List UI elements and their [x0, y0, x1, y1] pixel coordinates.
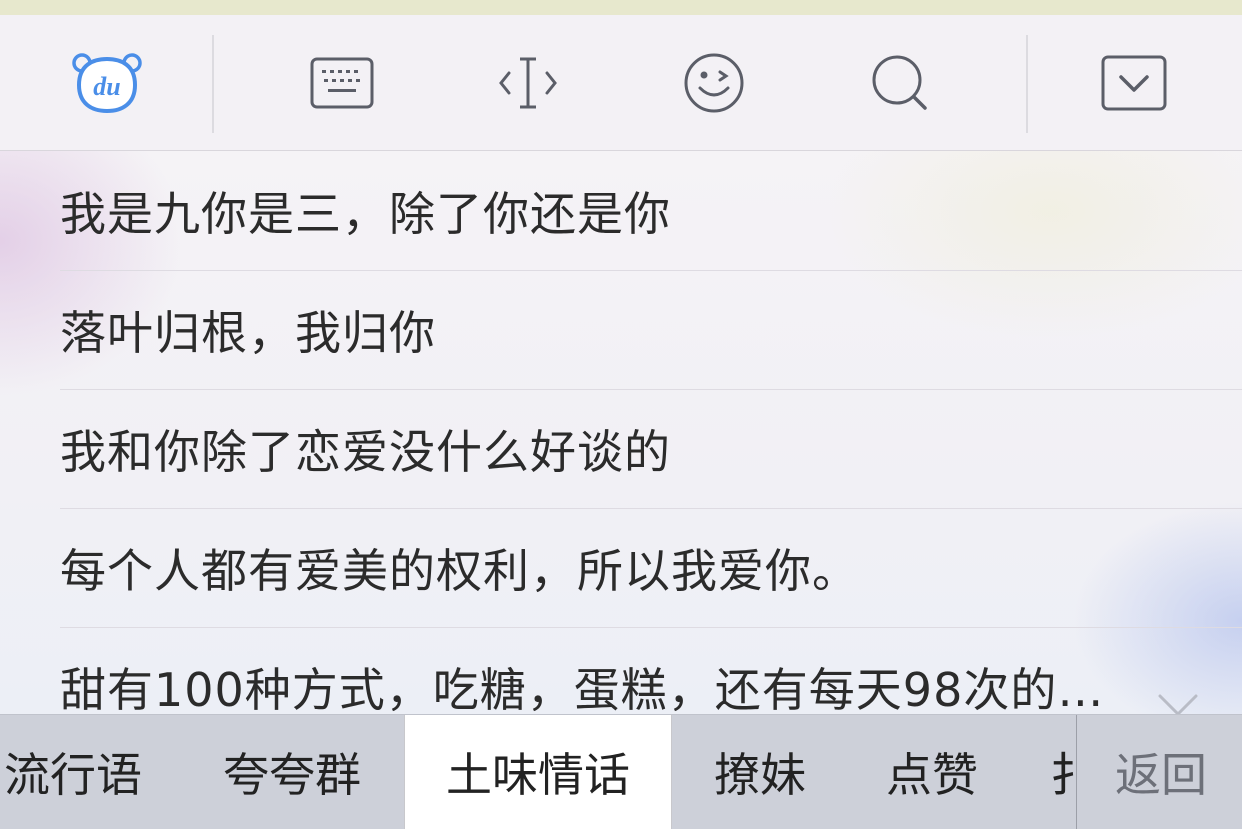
tab-flirt[interactable]: 撩妹 [700, 715, 820, 829]
category-tab-bar: 流行语 夸夸群 土味情话 撩妹 点赞 扌 返回 [0, 714, 1242, 829]
tab-praise-group[interactable]: 夸夸群 [212, 715, 372, 829]
keyboard-toolbar: du [0, 15, 1242, 151]
logo-text: du [93, 72, 120, 101]
tab-like[interactable]: 点赞 [872, 715, 992, 829]
phrase-text: 我和你除了恋爱没什么好谈的 [60, 424, 671, 479]
phrase-text: 每个人都有爱美的权利，所以我爱你。 [60, 543, 859, 598]
cursor-move-icon[interactable] [486, 15, 570, 150]
phrase-text: 我是九你是三，除了你还是你 [60, 186, 671, 241]
toolbar-divider [1026, 35, 1028, 133]
phrase-text: 落叶归根，我归你 [60, 305, 436, 360]
toolbar-divider [212, 35, 214, 133]
phrase-item[interactable]: 落叶归根，我归你 [60, 270, 1242, 390]
keyboard-icon[interactable] [300, 15, 384, 150]
phrase-list: 我是九你是三，除了你还是你 落叶归根，我归你 我和你除了恋爱没什么好谈的 每个人… [0, 151, 1242, 714]
back-button[interactable]: 返回 [1076, 715, 1242, 829]
phrase-text: 甜有100种方式，吃糖，蛋糕，还有每天98次的… [60, 662, 1105, 715]
phrase-item[interactable]: 每个人都有爱美的权利，所以我爱你。 [60, 508, 1242, 628]
search-icon[interactable] [858, 15, 942, 150]
tab-popular-phrases[interactable]: 流行语 [0, 715, 148, 829]
phrase-item[interactable]: 我和你除了恋爱没什么好谈的 [60, 389, 1242, 509]
tab-truncated[interactable]: 扌 [1050, 715, 1076, 829]
phrase-item[interactable]: 我是九你是三，除了你还是你 [60, 151, 1242, 271]
tab-cheesy-love-lines[interactable]: 土味情话 [404, 715, 672, 829]
hide-keyboard-icon[interactable] [1092, 15, 1176, 150]
top-status-strip [0, 0, 1242, 15]
phrase-item[interactable]: 甜有100种方式，吃糖，蛋糕，还有每天98次的… [60, 627, 1242, 714]
baidu-logo-icon[interactable]: du [55, 15, 159, 150]
chevron-down-icon[interactable] [1158, 675, 1198, 714]
emoji-icon[interactable] [672, 15, 756, 150]
